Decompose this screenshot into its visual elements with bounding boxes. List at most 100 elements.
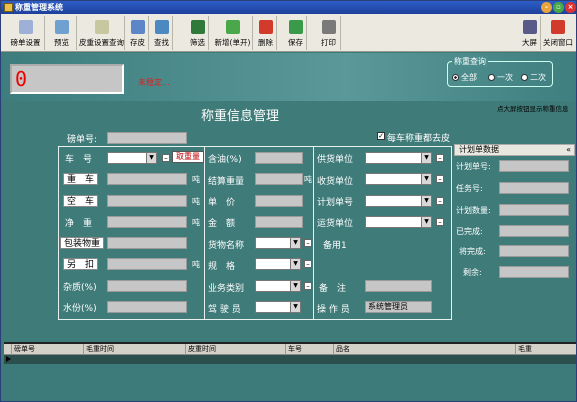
col-gross[interactable]: 毛重	[515, 344, 569, 355]
col-gross-time[interactable]: 毛重时间	[83, 344, 185, 355]
chevron-down-icon: ▼	[146, 153, 156, 163]
gross-weight-field[interactable]	[107, 173, 187, 185]
add-button[interactable]: 新增(单开)	[213, 16, 253, 50]
form-grid-line	[204, 146, 205, 320]
col-tare-time[interactable]: 皮重时间	[185, 344, 285, 355]
plan-no-select[interactable]: ▼	[365, 195, 432, 207]
weigh-settings-button[interactable]: 磅单设置	[7, 16, 45, 50]
operator-field[interactable]: 系统管理员	[365, 301, 432, 313]
unit-ton: 吨	[192, 260, 200, 269]
search-icon	[154, 20, 169, 34]
label-supplier: 供货单位	[317, 155, 354, 165]
supplier-extra-button[interactable]: –	[436, 154, 444, 162]
plate-extra-button[interactable]: –	[162, 154, 170, 162]
radio-once[interactable]: 一次	[488, 72, 513, 83]
radio-twice[interactable]: 二次	[521, 72, 546, 83]
print-button[interactable]: 打印	[317, 16, 341, 50]
app-icon	[4, 3, 13, 12]
table-row[interactable]	[4, 355, 576, 364]
supplier-select[interactable]: ▼	[365, 152, 432, 164]
auto-clear-label: 每车称重都去皮	[387, 134, 451, 144]
title-bar: 称重管理系统 – ▫ ×	[1, 1, 576, 14]
fullscreen-icon	[522, 20, 537, 34]
moisture-field[interactable]	[107, 301, 187, 313]
price-field[interactable]	[255, 195, 303, 207]
filter-icon	[190, 20, 205, 34]
label-plate-no: 车 号	[65, 155, 93, 165]
form-title: 称重信息管理	[201, 109, 280, 124]
label-spare1: 备用1	[323, 241, 347, 251]
form-grid-line	[313, 146, 314, 320]
add-icon	[225, 20, 240, 34]
slip-no-field[interactable]	[107, 132, 187, 144]
chevron-down-icon: ▼	[290, 281, 300, 291]
form-grid-line	[58, 146, 451, 147]
driver-select[interactable]: ▼	[255, 301, 301, 313]
goods-extra-button[interactable]: –	[304, 239, 312, 247]
carrier-extra-button[interactable]: –	[436, 218, 444, 226]
label-tare: 空 车	[63, 195, 99, 207]
label-amount: 金 额	[208, 219, 236, 229]
label-spec: 规 格	[208, 262, 236, 272]
carrier-select[interactable]: ▼	[365, 216, 432, 228]
header-panel: 0 未稳定... 称重查询 全部 一次 二次	[1, 53, 576, 101]
label-remark: 备 注	[319, 284, 347, 294]
close-window-button[interactable]: 关闭窗口	[542, 16, 574, 50]
tare-query-button[interactable]: 皮重设置查询	[79, 16, 125, 50]
col-goods[interactable]: 品名	[333, 344, 515, 355]
fullscreen-button[interactable]: 大屏	[519, 16, 541, 50]
business-type-select[interactable]: ▼	[255, 280, 301, 292]
plan-panel-header: 计划单数据 «	[454, 144, 575, 156]
package-weight-field[interactable]	[107, 237, 187, 249]
maximize-icon[interactable]: ▫	[553, 2, 564, 13]
find-button[interactable]: 查找	[151, 16, 173, 50]
tare-weight-field[interactable]	[107, 195, 187, 207]
inventory-button[interactable]: 存皮	[127, 16, 149, 50]
form-grid-line	[451, 146, 452, 320]
app-window: 称重管理系统 – ▫ × 磅单设置 预览 皮重设置查询 存皮 查找 筛选 新增(…	[0, 0, 577, 402]
oil-field[interactable]	[255, 152, 303, 164]
preview-button[interactable]: 预览	[47, 16, 77, 50]
chevron-down-icon: ▼	[421, 196, 431, 206]
remark-field[interactable]	[365, 280, 432, 292]
unit-ton: 吨	[192, 218, 200, 227]
refresh-icon	[130, 20, 145, 34]
table-icon	[94, 20, 109, 34]
filter-button[interactable]: 筛选	[187, 16, 209, 50]
net-weight-field[interactable]	[107, 216, 187, 228]
amount-field[interactable]	[255, 216, 303, 228]
minimize-icon[interactable]: –	[541, 2, 552, 13]
task-no-label: 任务号:	[456, 184, 483, 193]
close-icon[interactable]: ×	[565, 2, 576, 13]
settings-icon	[18, 20, 33, 34]
slip-no-label: 磅单号:	[67, 135, 98, 145]
receiver-extra-button[interactable]: –	[436, 175, 444, 183]
remaining-label: 剩余:	[463, 268, 482, 277]
business-extra-button[interactable]: –	[304, 282, 312, 290]
col-plate-no[interactable]: 车号	[285, 344, 333, 355]
save-button[interactable]: 保存	[285, 16, 307, 50]
spec-select[interactable]: ▼	[255, 258, 301, 270]
completed-label: 已完成:	[456, 227, 483, 236]
chevron-down-icon: ▼	[421, 217, 431, 227]
col-slip-no[interactable]: 磅单号	[11, 344, 83, 355]
chevron-down-icon: ▼	[421, 153, 431, 163]
settle-weight-field[interactable]	[255, 173, 303, 185]
impurity-field[interactable]	[107, 280, 187, 292]
radio-all[interactable]: 全部	[452, 72, 477, 83]
label-settle-weight: 结算重量	[208, 177, 245, 187]
label-plan-no: 计划单号	[317, 198, 354, 208]
spec-extra-button[interactable]: –	[304, 260, 312, 268]
receiver-select[interactable]: ▼	[365, 173, 432, 185]
chevron-down-icon: ▼	[421, 174, 431, 184]
collapse-icon[interactable]: «	[566, 145, 571, 155]
deduct-field[interactable]	[107, 258, 187, 270]
row-pointer-icon	[6, 356, 11, 362]
plate-no-select[interactable]: ▼	[107, 152, 157, 164]
plan-extra-button[interactable]: –	[436, 197, 444, 205]
delete-button[interactable]: 删除	[255, 16, 277, 50]
goods-name-select[interactable]: ▼	[255, 237, 301, 249]
auto-clear-checkbox[interactable]: ✓	[377, 132, 385, 140]
exit-icon	[551, 20, 565, 34]
get-weight-button[interactable]: 取重量	[172, 151, 204, 163]
